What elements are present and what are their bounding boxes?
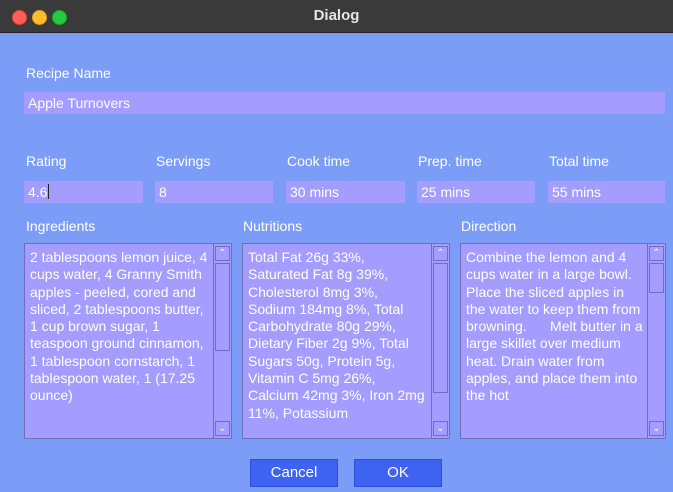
nutritions-text: Total Fat 26g 33%, Saturated Fat 8g 39%,… (248, 249, 429, 421)
text-cursor (48, 184, 50, 199)
total-time-label: Total time (549, 153, 609, 169)
nutritions-scrollbar[interactable]: ⌃ ⌄ (431, 244, 449, 438)
title-bar: Dialog (0, 0, 673, 33)
ok-button[interactable]: OK (354, 459, 442, 487)
ingredients-label: Ingredients (26, 218, 96, 234)
dialog-window: Dialog Recipe Name Apple Turnovers Ratin… (0, 0, 673, 492)
direction-text: Combine the lemon and 4 cups water in a … (466, 249, 647, 404)
nutritions-textarea[interactable]: Total Fat 26g 33%, Saturated Fat 8g 39%,… (242, 243, 450, 439)
direction-scrollbar[interactable]: ⌃ ⌄ (647, 244, 665, 438)
recipe-name-label: Recipe Name (26, 65, 111, 81)
ingredients-scrollbar[interactable]: ⌃ ⌄ (213, 244, 231, 438)
chevron-down-icon[interactable]: ⌄ (433, 421, 448, 436)
window-title: Dialog (313, 7, 360, 24)
nutritions-label: Nutritions (243, 218, 303, 234)
cook-time-field[interactable]: 30 mins (286, 181, 405, 203)
ingredients-text: 2 tablespoons lemon juice, 4 cups water,… (30, 249, 212, 404)
cook-time-label: Cook time (287, 153, 351, 169)
nutritions-scroll-thumb[interactable] (433, 263, 448, 393)
direction-textarea[interactable]: Combine the lemon and 4 cups water in a … (460, 243, 666, 439)
prep-time-label: Prep. time (418, 153, 482, 169)
chevron-down-icon[interactable]: ⌄ (215, 421, 230, 436)
chevron-up-icon[interactable]: ⌃ (215, 246, 230, 261)
ingredients-textarea[interactable]: 2 tablespoons lemon juice, 4 cups water,… (24, 243, 232, 439)
ingredients-scroll-thumb[interactable] (215, 263, 230, 351)
servings-field[interactable]: 8 (155, 181, 273, 203)
chevron-up-icon[interactable]: ⌃ (649, 246, 664, 261)
rating-label: Rating (26, 153, 67, 169)
rating-value: 4.6 (28, 184, 48, 200)
direction-label: Direction (461, 218, 517, 234)
chevron-down-icon[interactable]: ⌄ (649, 421, 664, 436)
rating-field[interactable]: 4.6 (24, 181, 143, 203)
direction-scroll-thumb[interactable] (649, 263, 664, 293)
servings-label: Servings (156, 153, 211, 169)
cancel-button[interactable]: Cancel (250, 459, 338, 487)
prep-time-field[interactable]: 25 mins (417, 181, 535, 203)
chevron-up-icon[interactable]: ⌃ (433, 246, 448, 261)
recipe-name-field[interactable]: Apple Turnovers (24, 92, 665, 114)
total-time-field[interactable]: 55 mins (548, 181, 665, 203)
